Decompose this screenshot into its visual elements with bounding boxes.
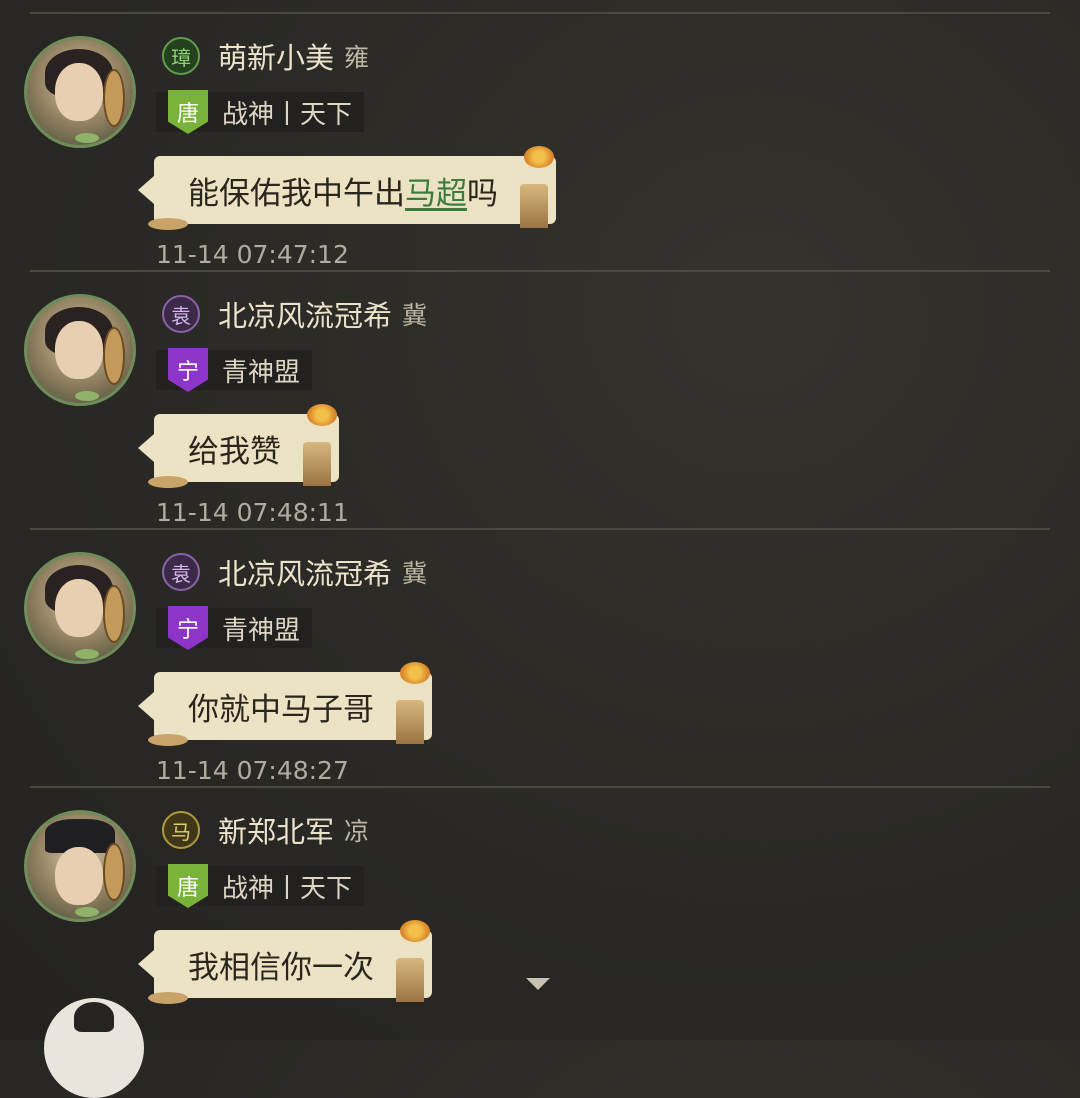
sender-row: 马 新郑北军 凉 bbox=[162, 810, 369, 850]
sender-name[interactable]: 北凉风流冠希 bbox=[218, 293, 392, 335]
avatar-face bbox=[55, 63, 103, 121]
state-badge-icon: 璋 bbox=[162, 37, 200, 75]
flower-ornament-icon bbox=[524, 146, 554, 168]
message-bubble[interactable]: 给我赞 bbox=[138, 404, 339, 488]
guild-name[interactable]: 青神盟 bbox=[222, 352, 300, 389]
flower-ornament-icon bbox=[400, 662, 430, 684]
male-swordsman-avatar[interactable] bbox=[24, 294, 136, 406]
message-text-end: 吗 bbox=[467, 175, 498, 212]
state-badge-icon: 袁 bbox=[162, 295, 200, 333]
sender-row: 璋 萌新小美 雍 bbox=[162, 36, 369, 76]
guild-shield-icon: 宁 bbox=[168, 606, 208, 650]
avatar-face bbox=[55, 321, 103, 379]
tower-ornament-icon bbox=[303, 442, 331, 486]
avatar-face bbox=[55, 847, 103, 905]
leaf-icon bbox=[75, 133, 99, 143]
guild-row: 宁 青神盟 bbox=[156, 348, 313, 392]
chat-message: 袁 北凉风流冠希 冀 宁 青神盟 你就中马子哥 11-14 07:48:27 bbox=[0, 530, 1080, 788]
state-badge-icon: 袁 bbox=[162, 553, 200, 591]
avatar-hat bbox=[74, 1002, 114, 1032]
chat-message: 马 新郑北军 凉 唐 战神丨天下 我相信你一次 bbox=[0, 788, 1080, 1046]
guild-row: 唐 战神丨天下 bbox=[156, 90, 365, 134]
chat-message: 袁 北凉风流冠希 冀 宁 青神盟 给我赞 11-14 07:48:11 bbox=[0, 272, 1080, 530]
guild-row: 唐 战神丨天下 bbox=[156, 864, 365, 908]
pipa-icon bbox=[103, 327, 125, 385]
flower-ornament-icon bbox=[400, 920, 430, 942]
message-bubble[interactable]: 你就中马子哥 bbox=[138, 662, 432, 746]
message-text: 能保佑我中午出 bbox=[188, 175, 405, 212]
message-bubble[interactable]: 能保佑我中午出 马超吗 bbox=[138, 146, 556, 230]
tower-ornament-icon bbox=[520, 184, 548, 228]
guild-shield-icon: 唐 bbox=[168, 90, 208, 134]
pipa-icon bbox=[103, 585, 125, 643]
chat-message: 璋 萌新小美 雍 唐 战神丨天下 能保佑我中午出 马超吗 11-14 07:47:… bbox=[0, 14, 1080, 272]
male-swordsman-avatar[interactable] bbox=[24, 552, 136, 664]
female-lute-avatar[interactable] bbox=[24, 36, 136, 148]
leaf-icon bbox=[75, 391, 99, 401]
sender-region: 冀 bbox=[402, 559, 428, 588]
guild-name[interactable]: 青神盟 bbox=[222, 610, 300, 647]
guild-name[interactable]: 战神丨天下 bbox=[222, 868, 352, 905]
sender-region: 凉 bbox=[344, 817, 370, 846]
next-sender-avatar[interactable] bbox=[44, 998, 144, 1098]
sender-name[interactable]: 新郑北军 bbox=[218, 809, 334, 851]
pipa-icon bbox=[103, 69, 125, 127]
message-text: 给我赞 bbox=[188, 433, 281, 470]
guild-shield-icon: 唐 bbox=[168, 864, 208, 908]
guild-shield-icon: 宁 bbox=[168, 348, 208, 392]
sender-name[interactable]: 北凉风流冠希 bbox=[218, 551, 392, 593]
state-badge-icon: 马 bbox=[162, 811, 200, 849]
guild-row: 宁 青神盟 bbox=[156, 606, 313, 650]
tower-ornament-icon bbox=[396, 958, 424, 1002]
scroll-ornament-icon bbox=[148, 734, 188, 746]
message-text: 我相信你一次 bbox=[188, 949, 374, 986]
message-time: 11-14 07:47:12 bbox=[156, 240, 349, 269]
sender-row: 袁 北凉风流冠希 冀 bbox=[162, 552, 427, 592]
guild-name[interactable]: 战神丨天下 bbox=[222, 94, 352, 131]
scroll-ornament-icon bbox=[148, 218, 188, 230]
flower-ornament-icon bbox=[307, 404, 337, 426]
sender-region: 冀 bbox=[402, 301, 428, 330]
chevron-down-icon[interactable] bbox=[526, 978, 550, 990]
sender-row: 袁 北凉风流冠希 冀 bbox=[162, 294, 427, 334]
leaf-icon bbox=[75, 649, 99, 659]
sender-region: 雍 bbox=[344, 43, 370, 72]
message-time: 11-14 07:48:11 bbox=[156, 498, 349, 527]
leaf-icon bbox=[75, 907, 99, 917]
official-hat-avatar[interactable] bbox=[24, 810, 136, 922]
message-bubble[interactable]: 我相信你一次 bbox=[138, 920, 432, 1004]
message-time: 11-14 07:48:27 bbox=[156, 756, 349, 785]
scroll-ornament-icon bbox=[148, 476, 188, 488]
sender-name[interactable]: 萌新小美 bbox=[218, 35, 334, 77]
message-text: 你就中马子哥 bbox=[188, 691, 374, 728]
hero-keyword-link[interactable]: 马超 bbox=[405, 168, 467, 213]
tower-ornament-icon bbox=[396, 700, 424, 744]
avatar-face bbox=[55, 579, 103, 637]
pipa-icon bbox=[103, 843, 125, 901]
scroll-ornament-icon bbox=[148, 992, 188, 1004]
